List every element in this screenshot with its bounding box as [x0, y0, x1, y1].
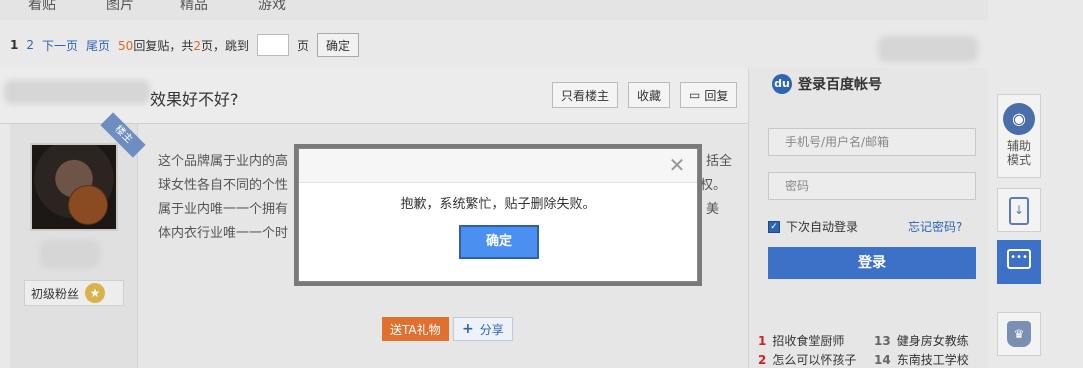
avatar[interactable]: [30, 143, 118, 231]
post-line: 体内衣行业唯一一个时: [158, 226, 289, 241]
next-page-link[interactable]: 下一页: [42, 37, 78, 54]
hot-topic[interactable]: 1 招收食堂厨师: [758, 332, 844, 349]
send-gift-button[interactable]: 送TA礼物: [382, 317, 449, 341]
baidu-paw-icon: du: [772, 74, 792, 94]
post-line: 这个品牌属于业内的高: [158, 154, 289, 169]
reply-button[interactable]: ▭ 回复: [680, 82, 738, 108]
login-button[interactable]: 登录: [768, 247, 976, 279]
fan-level[interactable]: 初级粉丝 ★: [24, 280, 124, 306]
share-button[interactable]: + 分享: [453, 317, 513, 341]
post-line-fragment: 括全: [706, 154, 733, 169]
page-unit: 页: [296, 38, 309, 53]
page-2-link[interactable]: 2: [26, 38, 34, 52]
favorite-button[interactable]: 收藏: [628, 82, 671, 108]
tab-games[interactable]: 游戏: [258, 0, 286, 14]
hot-topic[interactable]: 14 东南技工学校: [874, 351, 969, 368]
remember-me[interactable]: ✓ 下次自动登录: [768, 218, 858, 235]
page-current: 1: [10, 38, 19, 52]
post-line: 球女性各自不同的个性: [158, 178, 289, 193]
assist-mode-button[interactable]: ◉ 辅助模式: [997, 94, 1041, 178]
page-jump-input[interactable]: [256, 34, 289, 56]
error-dialog: ✕ 抱歉，系统繁忙，贴子删除失败。 确定: [298, 148, 698, 282]
checkbox-checked-icon[interactable]: ✓: [768, 220, 780, 233]
plus-icon: +: [462, 321, 474, 337]
hot-topic[interactable]: 2 怎么可以怀孩子: [758, 351, 856, 368]
last-page-link[interactable]: 尾页: [86, 37, 110, 54]
topic-title: 效果好不好?: [150, 90, 239, 109]
post-line-fragment: 美: [706, 202, 720, 217]
close-icon[interactable]: ✕: [667, 155, 687, 175]
dialog-header: ✕: [299, 149, 697, 183]
password-input[interactable]: 密码: [768, 172, 976, 200]
login-title: du 登录百度帐号: [772, 74, 882, 94]
hot-topic[interactable]: 13 健身房女教练: [874, 332, 969, 349]
magic-hat-icon: ♛: [1007, 321, 1031, 347]
post-line: 属于业内唯一一个拥有: [158, 202, 289, 217]
page-jump-button[interactable]: 确定: [317, 33, 360, 57]
blurred-element: [4, 80, 150, 104]
post-line-fragment: 权。: [700, 178, 727, 193]
comment-icon: ▭: [689, 88, 701, 102]
phone-download-icon: ↓: [1009, 197, 1029, 225]
reply-summary: 50回复贴，共2页，跳到: [118, 38, 249, 53]
magic-hat-button[interactable]: ♛: [997, 312, 1041, 356]
blurred-element: [878, 36, 978, 62]
mobile-app-button[interactable]: ↓: [997, 188, 1041, 232]
basketball-image: [68, 185, 108, 225]
tab-images[interactable]: 图片: [106, 0, 134, 14]
forum-tabs: 看贴 图片 精品 游戏: [0, 0, 988, 20]
blurred-username: [40, 240, 100, 268]
feedback-button[interactable]: •••: [997, 240, 1041, 284]
star-badge-icon: ★: [85, 283, 106, 303]
only-op-button[interactable]: 只看楼主: [552, 82, 619, 108]
username-input[interactable]: 手机号/用户名/邮箱: [768, 128, 976, 156]
accessibility-icon: ◉: [1003, 103, 1035, 135]
pager: 1 2 下一页 尾页 50回复贴，共2页，跳到 页 确定: [10, 32, 360, 58]
tab-featured[interactable]: 精品: [180, 0, 208, 14]
tab-posts[interactable]: 看贴: [28, 0, 56, 14]
dialog-ok-button[interactable]: 确定: [459, 225, 539, 259]
dialog-message: 抱歉，系统繁忙，贴子删除失败。: [400, 197, 596, 212]
chat-bubble-icon: •••: [1007, 249, 1031, 269]
forgot-password-link[interactable]: 忘记密码?: [908, 218, 962, 235]
